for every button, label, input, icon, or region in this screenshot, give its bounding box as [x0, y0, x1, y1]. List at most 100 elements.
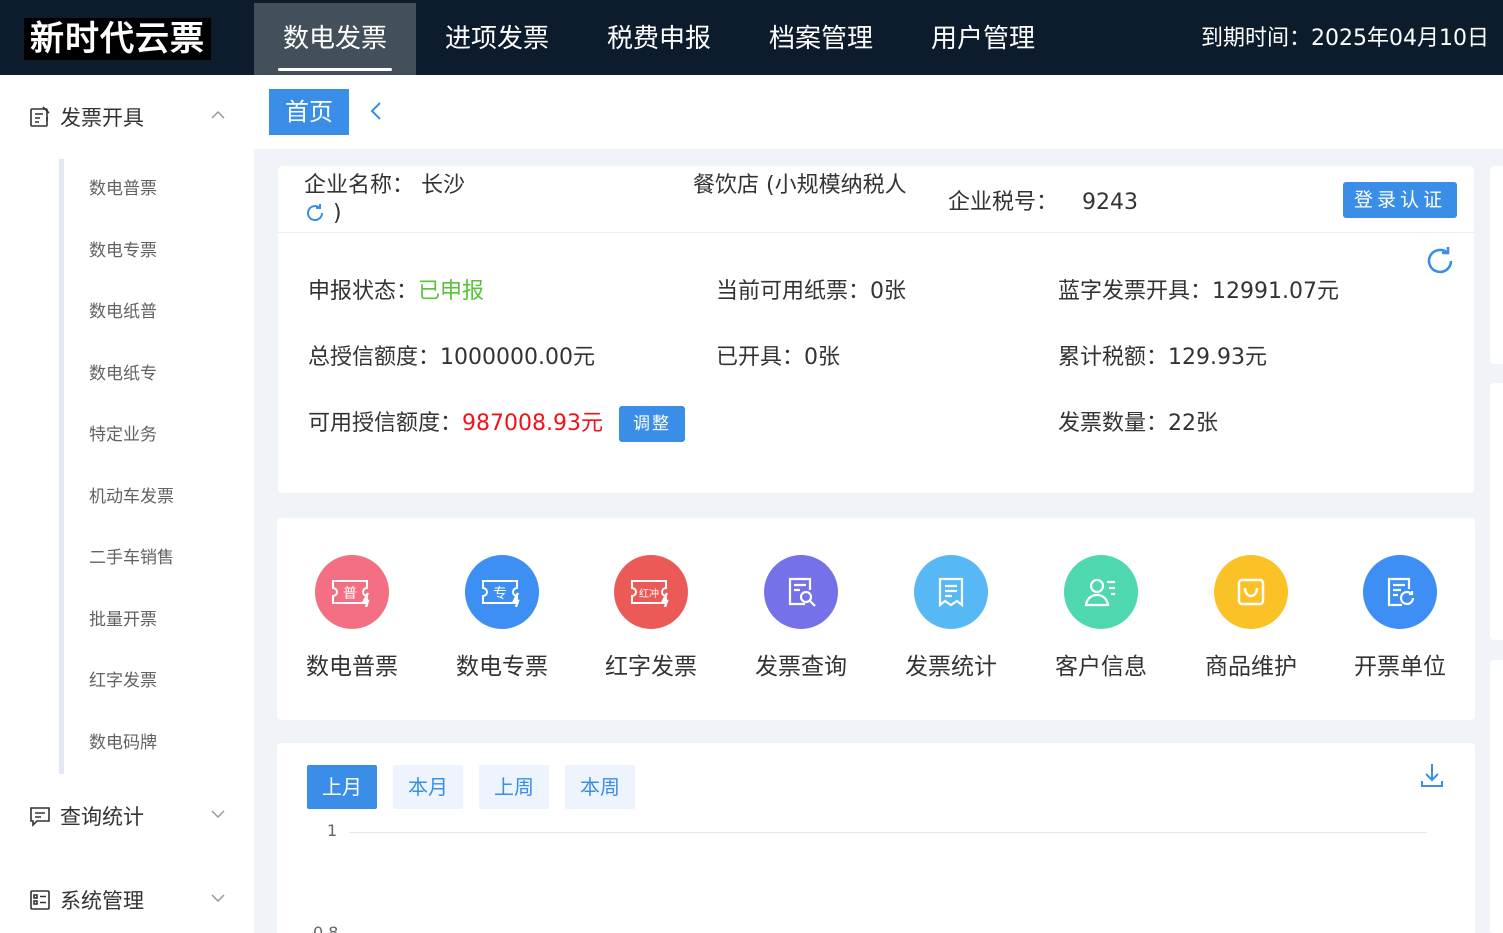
declare-status-label: 申报状态： [308, 279, 419, 304]
system-manage-icon [30, 890, 50, 910]
tab-home[interactable]: 首页 [269, 89, 349, 135]
login-auth-button[interactable]: 登录认证 [1343, 182, 1457, 218]
invoice-search-icon [764, 555, 838, 629]
quick-action-label: 数电专票 [456, 654, 548, 680]
blue-invoice-issued: 蓝字发票开具：12991.07元 [1058, 279, 1339, 304]
company-name: 企业名称： 长沙 餐饮店 (小规模纳税人 ) [304, 172, 944, 228]
declare-status-value: 已申报 [418, 279, 485, 304]
quick-action-label: 数电普票 [306, 654, 398, 680]
quick-action-product-maintain[interactable]: 商品维护 [1191, 555, 1311, 683]
quick-action-normal-invoice[interactable]: 普 数电普票 [292, 555, 412, 683]
side-panel-edge [1490, 660, 1503, 933]
sidebar-group-label: 系统管理 [60, 889, 144, 913]
svg-text:红冲: 红冲 [639, 587, 659, 600]
invoice-issue-icon [30, 106, 50, 127]
sidebar-group-query-stats[interactable]: 查询统计 [28, 796, 228, 836]
y-axis-tick: 1 [327, 821, 338, 840]
query-stats-icon [30, 807, 50, 827]
quick-action-label: 开票单位 [1354, 654, 1446, 680]
tab-strip: 首页 [254, 75, 1503, 149]
company-info-card: 企业名称： 长沙 餐饮店 (小规模纳税人 ) 企业税号： 9243 登录认证 申报状… [278, 166, 1474, 493]
chevron-up-icon [211, 110, 225, 119]
y-axis-tick: 0.8 [313, 923, 339, 933]
side-panel-edge [1490, 383, 1503, 640]
top-navbar: 新时代云票 数电发票 进项发票 税费申报 档案管理 用户管理 到期时间：2025… [0, 0, 1503, 75]
quick-action-special-invoice[interactable]: 专 数电专票 [442, 555, 562, 683]
quick-action-label: 客户信息 [1055, 654, 1147, 680]
paper-invoice-available: 当前可用纸票：0张 [716, 279, 906, 304]
svg-text:普: 普 [343, 586, 357, 602]
quick-action-red-invoice[interactable]: 红冲 红字发票 [591, 555, 711, 683]
special-invoice-icon: 专 [465, 555, 539, 629]
adjust-button[interactable]: 调整 [619, 406, 685, 442]
invoice-chart-card: 上月 本月 上周 本周 1 0.8 [277, 743, 1475, 933]
sidebar-group-system-manage[interactable]: 系统管理 [28, 880, 228, 920]
available-credit-label: 可用授信额度： [308, 411, 463, 436]
company-name-start: 长沙 [421, 173, 466, 198]
company-name-close: ) [333, 201, 342, 226]
sidebar-item-digital-code-plate[interactable]: 数电码牌 [89, 731, 157, 755]
expire-date: 到期时间：2025年04月10日 [1201, 26, 1489, 51]
range-last-week-button[interactable]: 上周 [479, 765, 549, 809]
range-last-month-button[interactable]: 上月 [307, 765, 377, 809]
sidebar-item-digital-paper-normal[interactable]: 数电纸普 [89, 300, 157, 324]
quick-actions-card: 普 数电普票 专 数电专票 红冲 红字发票 发票查询 发票统计 客户信息 商品维… [277, 518, 1475, 720]
quick-action-invoice-search[interactable]: 发票查询 [741, 555, 861, 683]
submenu-indicator-bar [59, 159, 64, 774]
sidebar-item-digital-paper-special[interactable]: 数电纸专 [89, 362, 157, 386]
sidebar-item-used-car-sales[interactable]: 二手车销售 [89, 546, 174, 570]
svg-text:专: 专 [493, 586, 507, 602]
range-this-week-button[interactable]: 本周 [565, 765, 635, 809]
sidebar: 发票开具 数电普票 数电专票 数电纸普 数电纸专 特定业务 机动车发票 二手车销… [0, 75, 254, 933]
declare-status: 申报状态：已申报 [308, 277, 484, 307]
invoicing-unit-icon [1363, 555, 1437, 629]
chevron-down-icon [211, 894, 225, 903]
sidebar-item-digital-normal[interactable]: 数电普票 [89, 177, 157, 201]
nav-tab-archive[interactable]: 档案管理 [740, 3, 902, 75]
invoice-stats-icon [914, 555, 988, 629]
quick-action-label: 发票查询 [755, 654, 847, 680]
total-tax: 累计税额：129.93元 [1058, 345, 1267, 370]
download-icon[interactable] [1419, 761, 1445, 789]
refresh-icon[interactable] [304, 202, 326, 224]
tax-number-value: 9243 [1082, 190, 1139, 215]
chevron-left-icon[interactable] [367, 99, 385, 123]
app-logo: 新时代云票 [24, 18, 211, 60]
range-this-month-button[interactable]: 本月 [393, 765, 463, 809]
sidebar-group-label: 查询统计 [60, 805, 144, 829]
available-credit-value: 987008.93元 [462, 411, 603, 436]
company-name-end: 餐饮店 (小规模纳税人 [693, 173, 907, 198]
redacted-mask [465, 172, 693, 192]
red-invoice-icon: 红冲 [614, 555, 688, 629]
quick-action-customer-info[interactable]: 客户信息 [1041, 555, 1161, 683]
sidebar-item-digital-special[interactable]: 数电专票 [89, 239, 157, 263]
nav-tab-tax-declare[interactable]: 税费申报 [578, 3, 740, 75]
total-credit: 总授信额度：1000000.00元 [308, 345, 595, 370]
normal-invoice-icon: 普 [315, 555, 389, 629]
nav-tab-input-invoice[interactable]: 进项发票 [416, 3, 578, 75]
available-credit: 可用授信额度：987008.93元 调整 [308, 406, 685, 442]
chart-gridline [349, 832, 1427, 833]
sidebar-item-specific-business[interactable]: 特定业务 [89, 423, 157, 447]
issued-count: 已开具：0张 [716, 345, 840, 370]
nav-tab-user-manage[interactable]: 用户管理 [902, 3, 1064, 75]
refresh-icon[interactable] [1423, 244, 1457, 278]
sidebar-group-label: 发票开具 [60, 106, 144, 130]
quick-action-label: 红字发票 [605, 654, 697, 680]
nav-tab-digital-invoice[interactable]: 数电发票 [254, 3, 416, 75]
invoice-count: 发票数量：22张 [1058, 411, 1218, 436]
tax-number-label: 企业税号： [948, 190, 1059, 215]
quick-action-label: 发票统计 [905, 654, 997, 680]
quick-action-label: 商品维护 [1205, 654, 1297, 680]
sidebar-item-vehicle-invoice[interactable]: 机动车发票 [89, 485, 174, 509]
sidebar-group-invoice-issue[interactable]: 发票开具 [28, 97, 228, 137]
chevron-down-icon [211, 810, 225, 819]
sidebar-item-red-invoice[interactable]: 红字发票 [89, 669, 157, 693]
company-info-header: 企业名称： 长沙 餐饮店 (小规模纳税人 ) 企业税号： 9243 登录认证 [278, 166, 1474, 233]
main-nav: 数电发票 进项发票 税费申报 档案管理 用户管理 [254, 3, 1064, 75]
quick-action-invoicing-unit[interactable]: 开票单位 [1340, 555, 1460, 683]
sidebar-item-batch-invoice[interactable]: 批量开票 [89, 608, 157, 632]
quick-action-invoice-stats[interactable]: 发票统计 [891, 555, 1011, 683]
product-maintain-icon [1214, 555, 1288, 629]
company-name-label: 企业名称： [304, 173, 415, 198]
